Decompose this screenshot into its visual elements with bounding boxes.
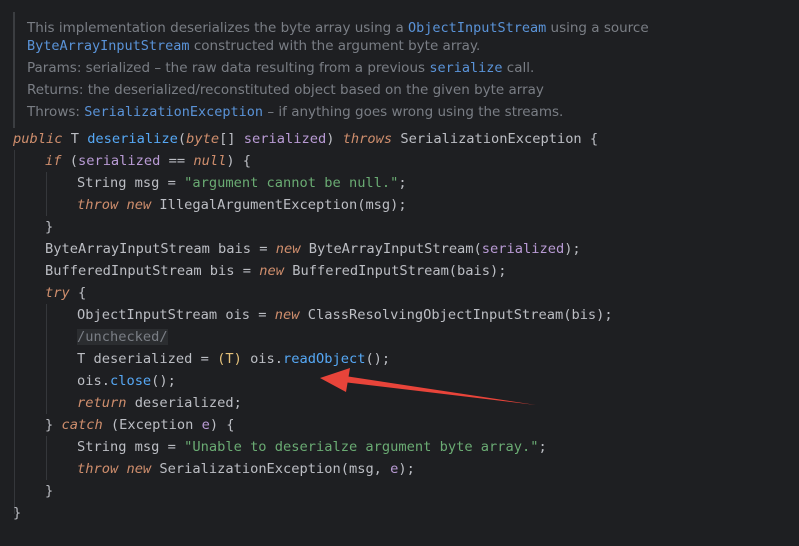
arrow-shaft	[343, 376, 536, 405]
red-annotation-arrow	[320, 368, 536, 405]
arrow-head	[320, 368, 350, 392]
